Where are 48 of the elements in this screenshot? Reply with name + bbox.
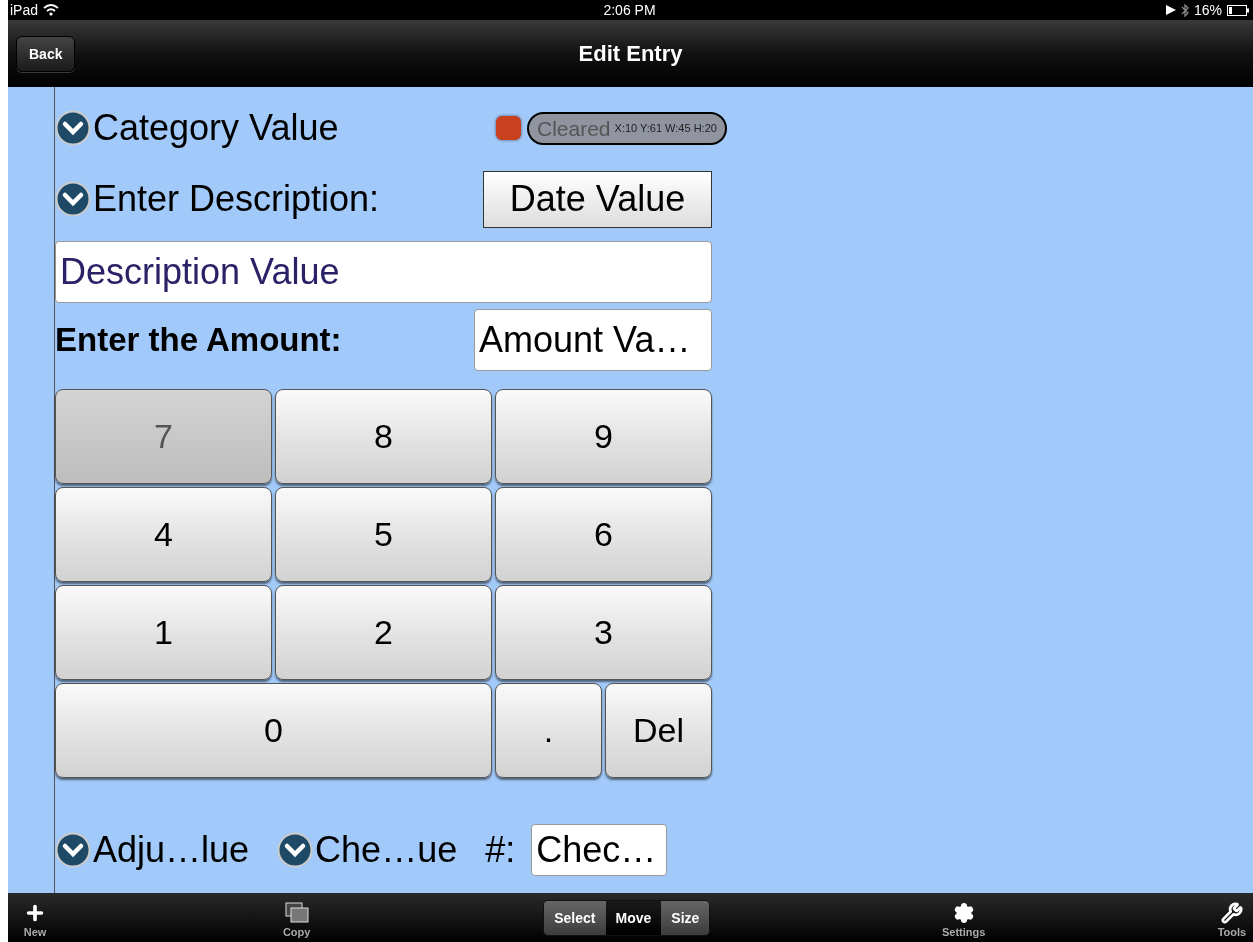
battery-percent: 16% xyxy=(1193,2,1222,18)
screen-title: Edit Entry xyxy=(578,40,683,67)
keypad-key[interactable]: 3 xyxy=(495,585,712,680)
chevron-icon xyxy=(55,831,91,868)
cleared-label: Cleared xyxy=(537,117,611,139)
number-label: #: xyxy=(485,828,516,871)
keypad-key[interactable]: 8 xyxy=(275,389,492,484)
keypad-key[interactable]: 0 xyxy=(55,683,492,778)
cheque-field[interactable]: Chec… xyxy=(531,823,668,876)
keypad-key[interactable]: . xyxy=(495,683,602,778)
keypad-key[interactable]: 7 xyxy=(55,389,272,484)
wifi-icon xyxy=(43,4,60,16)
keypad-key[interactable]: 4 xyxy=(55,487,272,582)
keypad-key[interactable]: 1 xyxy=(55,585,272,680)
battery-icon xyxy=(1227,4,1249,16)
keypad-key[interactable]: Del xyxy=(605,683,712,778)
clock-time: 2:06 PM xyxy=(603,2,656,18)
play-icon xyxy=(1165,5,1176,15)
chevron-icon xyxy=(55,110,91,146)
tools-button[interactable]: Tools xyxy=(1216,897,1247,938)
copy-icon xyxy=(284,901,309,924)
device-name: iPad xyxy=(10,2,39,18)
keypad-key[interactable]: 6 xyxy=(495,487,712,582)
mode-segment[interactable]: Size xyxy=(661,900,710,935)
keypad-key[interactable]: 9 xyxy=(495,389,712,484)
adjustment-picker[interactable]: Adju…lue xyxy=(93,828,250,871)
amount-field[interactable]: Amount Va… xyxy=(474,309,712,371)
keypad-key[interactable]: 5 xyxy=(275,487,492,582)
new-button[interactable]: New xyxy=(20,897,50,938)
gear-icon xyxy=(952,901,975,924)
geometry-text: X:10 Y:61 W:45 H:20 xyxy=(614,122,717,134)
description-field[interactable]: Description Value xyxy=(55,241,712,303)
back-button[interactable]: Back xyxy=(16,35,76,72)
chevron-icon xyxy=(277,831,314,868)
chevron-icon xyxy=(55,181,91,217)
amount-label: Enter the Amount: xyxy=(55,321,342,359)
tools-icon xyxy=(1220,901,1243,924)
cheque-picker[interactable]: Che…ue xyxy=(315,828,458,871)
date-button[interactable]: Date Value xyxy=(483,170,712,228)
description-picker[interactable]: Enter Description: xyxy=(93,178,380,220)
category-picker[interactable]: Category Value xyxy=(93,107,339,149)
settings-button[interactable]: Settings xyxy=(941,897,986,938)
keypad-key[interactable]: 2 xyxy=(275,585,492,680)
copy-button[interactable]: Copy xyxy=(281,897,312,938)
mode-segment[interactable]: Move xyxy=(605,900,662,935)
bluetooth-icon xyxy=(1180,3,1189,17)
cleared-checkbox[interactable] xyxy=(496,116,521,140)
mode-segment[interactable]: Select xyxy=(544,900,606,935)
